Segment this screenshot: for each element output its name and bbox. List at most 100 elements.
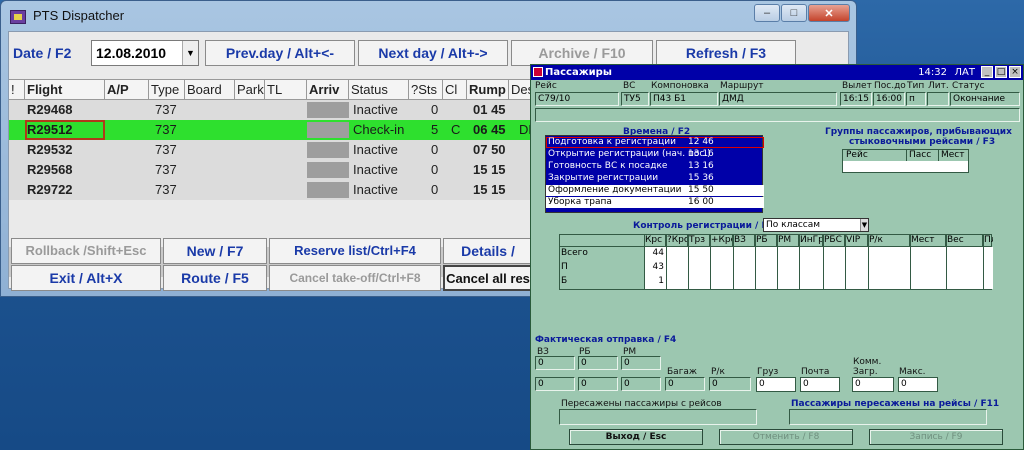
list-item[interactable]: Уборка трапа 16 00	[546, 197, 764, 208]
list-item[interactable]: Оформление документации 15 50	[546, 185, 764, 196]
save-button[interactable]: Запись / F9	[869, 429, 1003, 445]
column-header: РБС	[823, 235, 845, 246]
status-field: Окончание	[950, 92, 1020, 106]
hand-luggage-label: Р/к	[711, 367, 725, 377]
status-cell: Inactive	[353, 142, 398, 157]
cancel-all-button[interactable]: Cancel all res	[443, 265, 533, 291]
lit-field	[927, 92, 949, 106]
column-header[interactable]: Status	[349, 80, 409, 100]
exit-button[interactable]: Выход / Esc	[569, 429, 703, 445]
mail-label: Почта	[801, 367, 830, 377]
control-mode-select[interactable]: По классам ▼	[763, 218, 869, 232]
comm-label: Комм.	[853, 357, 882, 367]
krs-class-p: 43	[652, 262, 664, 272]
column-header[interactable]: !	[9, 80, 25, 100]
layout-field: П43 Б1	[650, 92, 718, 106]
rump-cell: 15 15	[473, 182, 506, 197]
list-item[interactable]: Закрытие регистрации 15 36	[546, 173, 764, 184]
dispatcher-titlebar[interactable]: PTS Dispatcher – □ ✕	[1, 1, 856, 31]
column-header: Трз	[688, 235, 710, 246]
prev-day-button[interactable]: Prev.day / Alt+<-	[205, 40, 355, 66]
route-field: ДМД	[719, 92, 837, 106]
groups-row[interactable]	[843, 161, 968, 172]
column-header: ВЗ	[733, 235, 755, 246]
table-row[interactable]: R29532 737 Inactive 0 07 50	[9, 140, 534, 160]
maximize-icon[interactable]: □	[781, 4, 807, 22]
table-row[interactable]: R29568 737 Inactive 0 15 15	[9, 160, 534, 180]
arriv-cell	[307, 122, 349, 138]
arriv-cell	[307, 162, 349, 178]
flight-label: Рейс	[535, 81, 557, 91]
passengers-titlebar[interactable]: Пассажиры 14:32 ЛАТ _ □ ×	[531, 65, 1023, 80]
close-icon[interactable]: ×	[1009, 66, 1021, 78]
new-button[interactable]: New / F7	[163, 238, 267, 264]
status-cell: Inactive	[353, 102, 398, 117]
departure-field: 16:15	[840, 92, 872, 106]
groups-title: Группы пассажиров, прибывающих	[825, 127, 1012, 137]
date-value: 12.08.2010	[96, 45, 167, 61]
list-item[interactable]: Готовность ВС к посадке 13 16	[546, 161, 764, 172]
boarding-label: Пос.до	[874, 81, 906, 91]
sts-cell: 0	[431, 182, 439, 197]
date-picker[interactable]: 12.08.2010 ▼	[91, 40, 199, 66]
cancel-button[interactable]: Отменить / F8	[719, 429, 853, 445]
refresh-button[interactable]: Refresh / F3	[656, 40, 796, 66]
column-header[interactable]: Board	[185, 80, 235, 100]
column-header: Р/к	[868, 235, 910, 246]
chevron-down-icon[interactable]: ▼	[182, 41, 198, 65]
archive-button[interactable]: Archive / F10	[511, 40, 653, 66]
departure-label: Вылет	[842, 81, 872, 91]
rollback-button[interactable]: Rollback /Shift+Esc	[11, 238, 161, 264]
table-header: ! Flight A/P Type Board Park TL Arriv St…	[9, 79, 534, 100]
rm-field-1: 0	[621, 356, 661, 370]
type-cell: 737	[155, 162, 177, 177]
arriv-cell	[307, 102, 349, 118]
info-line	[535, 108, 1020, 122]
vz-field-2: 0	[535, 377, 575, 391]
reserve-list-button[interactable]: Reserve list/Ctrl+F4	[269, 238, 441, 264]
column-header[interactable]: Rump	[467, 80, 509, 100]
table-row[interactable]: R29722 737 Inactive 0 15 15	[9, 180, 534, 200]
column-header: ИнГр	[800, 235, 823, 246]
details-button[interactable]: Details /	[443, 238, 533, 264]
list-item[interactable]: Подготовка к регистрации 12 46	[546, 137, 764, 148]
mail-input[interactable]: 0	[800, 377, 840, 392]
column-header[interactable]: Cl	[443, 80, 467, 100]
arriv-cell	[307, 142, 349, 158]
app-icon	[10, 10, 26, 24]
column-header[interactable]: Park	[235, 80, 265, 100]
list-item[interactable]: Открытие регистрации (нач. пос.) 13 16	[546, 149, 764, 160]
transferred-from-field	[559, 409, 757, 425]
chevron-down-icon[interactable]: ▼	[860, 219, 868, 231]
column-header[interactable]: ?Sts	[409, 80, 443, 100]
flight-cell: R29532	[27, 142, 73, 157]
column-header: Мест	[910, 235, 946, 246]
sts-cell: 0	[431, 162, 439, 177]
column-header[interactable]: Type	[149, 80, 185, 100]
cancel-takeoff-button[interactable]: Cancel take-off/Ctrl+F8	[269, 265, 441, 291]
arriv-cell	[307, 182, 349, 198]
exit-button[interactable]: Exit / Alt+X	[11, 265, 161, 291]
close-icon[interactable]: ✕	[808, 4, 850, 22]
class-cell	[449, 160, 467, 180]
control-values[interactable]	[644, 247, 993, 289]
next-day-button[interactable]: Next day / Alt+->	[358, 40, 508, 66]
control-table: Крс ?Крс Трз +Крс ВЗ РБ РМ ИнГр РБС VIP …	[559, 234, 993, 290]
column-header[interactable]: A/P	[105, 80, 149, 100]
table-row[interactable]: R29468 737 Inactive 0 01 45	[9, 100, 534, 120]
column-header[interactable]: Flight	[25, 80, 105, 100]
minimize-icon[interactable]: –	[754, 4, 780, 22]
maximize-icon[interactable]: □	[995, 66, 1007, 78]
comm-load-input[interactable]: 0	[852, 377, 894, 392]
table-row-selected[interactable]: R29512 737 Check-in 5 C 06 45 DE	[9, 120, 534, 140]
max-input[interactable]: 0	[898, 377, 938, 392]
sts-cell: 0	[431, 102, 439, 117]
cargo-input[interactable]: 0	[756, 377, 796, 392]
status-cell: Check-in	[353, 122, 405, 137]
column-header[interactable]: TL	[265, 80, 307, 100]
minimize-icon[interactable]: _	[981, 66, 993, 78]
column-header: Рейс	[843, 150, 907, 161]
column-header[interactable]: Arriv	[307, 80, 349, 100]
route-button[interactable]: Route / F5	[163, 265, 267, 291]
groups-title-line2: стыковочными рейсами / F3	[849, 137, 996, 147]
